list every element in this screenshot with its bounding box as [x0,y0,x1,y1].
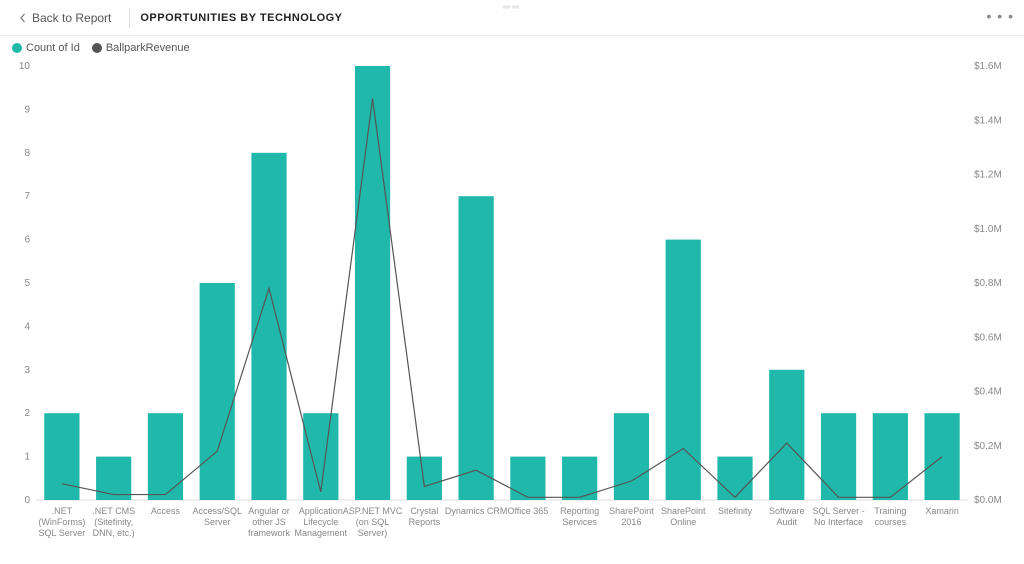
bar[interactable] [459,196,494,500]
category-label: Angular orother JSframework [248,506,291,538]
category-label: Office 365 [507,506,548,516]
svg-text:$1.2M: $1.2M [974,170,1002,181]
svg-text:2: 2 [24,408,30,419]
page-title: OPPORTUNITIES BY TECHNOLOGY [140,12,342,24]
category-label: Access/SQLServer [192,506,242,527]
category-label: Dynamics CRM [445,506,508,516]
svg-text:5: 5 [24,278,30,289]
bar[interactable] [303,413,338,500]
bar[interactable] [44,413,79,500]
bar[interactable] [821,413,856,500]
chevron-left-icon [18,13,28,23]
combo-chart: 0 1 2 3 4 5 6 7 8 9 10 $0.0M $0.2M $0.4M $0.6M $0.8M $1.… [8,60,1016,556]
category-label: Trainingcourses [874,506,906,527]
bar-swatch-icon [12,43,22,53]
bar[interactable] [769,370,804,500]
bar[interactable] [510,457,545,500]
legend-item-revenue[interactable]: BallparkRevenue [92,42,190,54]
svg-text:9: 9 [24,104,30,115]
svg-text:$0.6M: $0.6M [974,332,1002,343]
bar[interactable] [717,457,752,500]
category-label: CrystalReports [409,506,441,527]
svg-text:$0.8M: $0.8M [974,278,1002,289]
svg-text:6: 6 [24,235,30,246]
svg-text:$0.4M: $0.4M [974,387,1002,398]
bar[interactable] [614,413,649,500]
category-label: Sitefinity [718,506,753,516]
svg-text:3: 3 [24,365,30,376]
bar[interactable] [96,457,131,500]
bar[interactable] [666,240,701,500]
svg-text:1: 1 [24,452,30,463]
category-label: ReportingServices [560,506,599,527]
back-to-report-button[interactable]: Back to Report [10,7,119,29]
category-label: ASP.NET MVC(on SQLServer) [343,506,403,538]
category-label: .NET(WinForms)SQL Server [38,506,85,538]
bar[interactable] [355,66,390,500]
bar[interactable] [148,413,183,500]
bar[interactable] [407,457,442,500]
category-label: SQL Server -No Interface [812,506,864,527]
legend-label-2: BallparkRevenue [106,42,190,54]
svg-text:4: 4 [24,321,30,332]
category-label: Xamarin [925,506,959,516]
svg-text:10: 10 [19,61,31,72]
legend-label-1: Count of Id [26,42,80,54]
more-options-button[interactable]: • • • [987,8,1014,24]
drag-handle[interactable]: ══ [503,2,521,13]
category-label: SharePointOnline [661,506,706,527]
top-bar: ══ Back to Report OPPORTUNITIES BY TECHN… [0,0,1024,36]
revenue-line[interactable] [62,99,942,498]
category-label: SoftwareAudit [769,506,805,527]
category-label: Access [151,506,181,516]
category-label: SharePoint2016 [609,506,654,527]
chart-container: 0 1 2 3 4 5 6 7 8 9 10 $0.0M $0.2M $0.4M $0.6M $0.8M $1.… [8,60,1016,556]
line-swatch-icon [92,43,102,53]
svg-text:$0.0M: $0.0M [974,495,1002,506]
header-divider [129,8,130,28]
svg-text:7: 7 [24,191,30,202]
back-label: Back to Report [32,11,111,25]
category-label: ApplicationLifecycleManagement [295,506,348,538]
svg-text:$1.4M: $1.4M [974,115,1002,126]
svg-text:8: 8 [24,148,30,159]
svg-text:0: 0 [24,495,30,506]
svg-text:$1.0M: $1.0M [974,224,1002,235]
legend-item-count[interactable]: Count of Id [12,42,80,54]
chart-legend: Count of Id BallparkRevenue [0,36,1024,56]
category-label: .NET CMS(Sitefinity,DNN, etc.) [92,506,135,538]
svg-text:$0.2M: $0.2M [974,441,1002,452]
bar[interactable] [200,283,235,500]
svg-text:$1.6M: $1.6M [974,61,1002,72]
